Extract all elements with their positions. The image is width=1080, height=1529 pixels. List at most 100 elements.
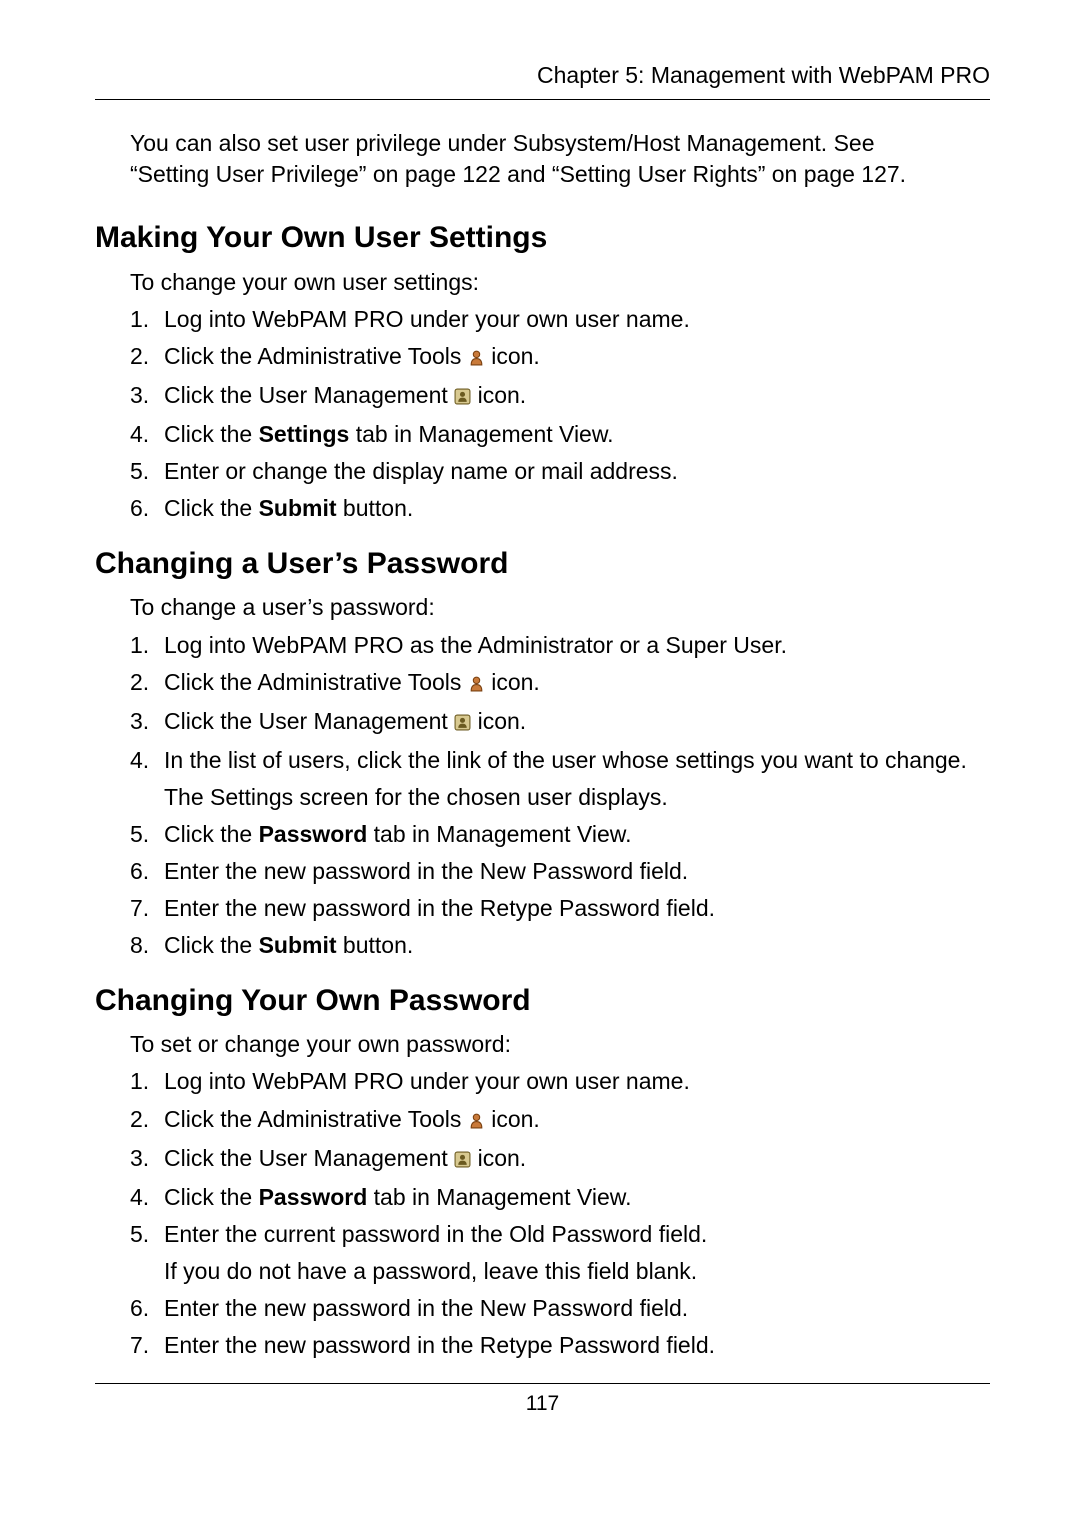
user-management-icon xyxy=(454,1145,471,1176)
step-text: Click the Settings tab in Management Vie… xyxy=(164,419,990,450)
step-text: Click the Administrative Tools icon. xyxy=(164,341,990,374)
text-a: Click the xyxy=(164,421,259,447)
admin-tools-icon xyxy=(468,1106,485,1137)
step-subtext: If you do not have a password, leave thi… xyxy=(164,1256,990,1287)
step-number: 4. xyxy=(130,1182,164,1213)
step-number: 3. xyxy=(130,380,164,413)
step-number: 8. xyxy=(130,930,164,961)
list-item: 6. Enter the new password in the New Pas… xyxy=(130,856,990,887)
section3-lead: To set or change your own password: xyxy=(130,1029,990,1060)
step-text: Enter or change the display name or mail… xyxy=(164,456,990,487)
text-before-icon: Click the Administrative Tools xyxy=(164,669,468,695)
step-number: 1. xyxy=(130,1066,164,1097)
step-number: 6. xyxy=(130,1293,164,1324)
list-item: 5. Enter or change the display name or m… xyxy=(130,456,990,487)
step-subtext: The Settings screen for the chosen user … xyxy=(164,782,990,813)
step-text: Click the User Management icon. xyxy=(164,706,990,739)
text-before-icon: Click the Administrative Tools xyxy=(164,343,468,369)
step-number: 6. xyxy=(130,493,164,524)
step-number: 1. xyxy=(130,304,164,335)
list-item: 1. Log into WebPAM PRO under your own us… xyxy=(130,1066,990,1097)
list-item: 4. In the list of users, click the link … xyxy=(130,745,990,813)
step-text: Enter the new password in the Retype Pas… xyxy=(164,893,990,924)
step-number: 4. xyxy=(130,419,164,450)
bold-submit: Submit xyxy=(259,495,337,521)
page-number: 117 xyxy=(95,1390,990,1418)
section2-lead: To change a user’s password: xyxy=(130,592,990,623)
text-before-icon: Click the User Management xyxy=(164,708,454,734)
section-heading-2: Changing a User’s Password xyxy=(95,544,990,585)
step-number: 2. xyxy=(130,341,164,374)
bold-submit: Submit xyxy=(259,932,337,958)
text-b: tab in Management View. xyxy=(349,421,613,447)
step-number: 3. xyxy=(130,706,164,739)
list-item: 2. Click the Administrative Tools icon. xyxy=(130,667,990,700)
step-text-main: In the list of users, click the link of … xyxy=(164,747,967,773)
step-number: 3. xyxy=(130,1143,164,1176)
step-text: Enter the current password in the Old Pa… xyxy=(164,1219,990,1287)
step-text-main: Enter the current password in the Old Pa… xyxy=(164,1221,707,1247)
list-item: 6. Click the Submit button. xyxy=(130,493,990,524)
text-after-icon: icon. xyxy=(491,1106,540,1132)
step-number: 2. xyxy=(130,1104,164,1137)
list-item: 3. Click the User Management icon. xyxy=(130,1143,990,1176)
step-text: Click the Administrative Tools icon. xyxy=(164,667,990,700)
text-after-icon: icon. xyxy=(491,343,540,369)
text-a: Click the xyxy=(164,821,259,847)
admin-tools-icon xyxy=(468,343,485,374)
list-item: 5. Click the Password tab in Management … xyxy=(130,819,990,850)
bold-password: Password xyxy=(259,821,368,847)
list-item: 4. Click the Settings tab in Management … xyxy=(130,419,990,450)
text-before-icon: Click the User Management xyxy=(164,1145,454,1171)
list-item: 7. Enter the new password in the Retype … xyxy=(130,1330,990,1361)
admin-tools-icon xyxy=(468,669,485,700)
list-item: 1. Log into WebPAM PRO as the Administra… xyxy=(130,630,990,661)
text-b: button. xyxy=(337,932,414,958)
step-text: Click the Password tab in Management Vie… xyxy=(164,1182,990,1213)
section-heading-3: Changing Your Own Password xyxy=(95,981,990,1022)
text-after-icon: icon. xyxy=(478,1145,527,1171)
list-item: 2. Click the Administrative Tools icon. xyxy=(130,1104,990,1137)
step-text: In the list of users, click the link of … xyxy=(164,745,990,813)
list-item: 6. Enter the new password in the New Pas… xyxy=(130,1293,990,1324)
list-item: 4. Click the Password tab in Management … xyxy=(130,1182,990,1213)
section3-steps: 1. Log into WebPAM PRO under your own us… xyxy=(130,1066,990,1360)
footer-divider xyxy=(95,1383,990,1384)
section1-steps: 1. Log into WebPAM PRO under your own us… xyxy=(130,304,990,524)
user-management-icon xyxy=(454,382,471,413)
step-number: 6. xyxy=(130,856,164,887)
step-text: Log into WebPAM PRO under your own user … xyxy=(164,1066,990,1097)
step-number: 7. xyxy=(130,893,164,924)
intro-line1: You can also set user privilege under Su… xyxy=(130,130,875,156)
step-text: Click the User Management icon. xyxy=(164,380,990,413)
step-number: 5. xyxy=(130,819,164,850)
step-text: Log into WebPAM PRO under your own user … xyxy=(164,304,990,335)
step-text: Click the User Management icon. xyxy=(164,1143,990,1176)
step-text: Enter the new password in the New Passwo… xyxy=(164,856,990,887)
list-item: 5. Enter the current password in the Old… xyxy=(130,1219,990,1287)
text-b: button. xyxy=(337,495,414,521)
text-after-icon: icon. xyxy=(478,708,527,734)
list-item: 8. Click the Submit button. xyxy=(130,930,990,961)
step-text: Click the Submit button. xyxy=(164,930,990,961)
document-page: Chapter 5: Management with WebPAM PRO Yo… xyxy=(0,0,1080,1418)
list-item: 7. Enter the new password in the Retype … xyxy=(130,893,990,924)
step-number: 1. xyxy=(130,630,164,661)
step-number: 5. xyxy=(130,1219,164,1287)
list-item: 3. Click the User Management icon. xyxy=(130,706,990,739)
section-heading-1: Making Your Own User Settings xyxy=(95,218,990,259)
user-management-icon xyxy=(454,708,471,739)
bold-settings: Settings xyxy=(259,421,350,447)
list-item: 1. Log into WebPAM PRO under your own us… xyxy=(130,304,990,335)
text-b: tab in Management View. xyxy=(367,1184,631,1210)
text-a: Click the xyxy=(164,932,259,958)
list-item: 2. Click the Administrative Tools icon. xyxy=(130,341,990,374)
step-number: 7. xyxy=(130,1330,164,1361)
text-after-icon: icon. xyxy=(478,382,527,408)
step-number: 5. xyxy=(130,456,164,487)
step-text: Log into WebPAM PRO as the Administrator… xyxy=(164,630,990,661)
step-number: 2. xyxy=(130,667,164,700)
step-text: Enter the new password in the New Passwo… xyxy=(164,1293,990,1324)
step-text: Enter the new password in the Retype Pas… xyxy=(164,1330,990,1361)
step-text: Click the Administrative Tools icon. xyxy=(164,1104,990,1137)
